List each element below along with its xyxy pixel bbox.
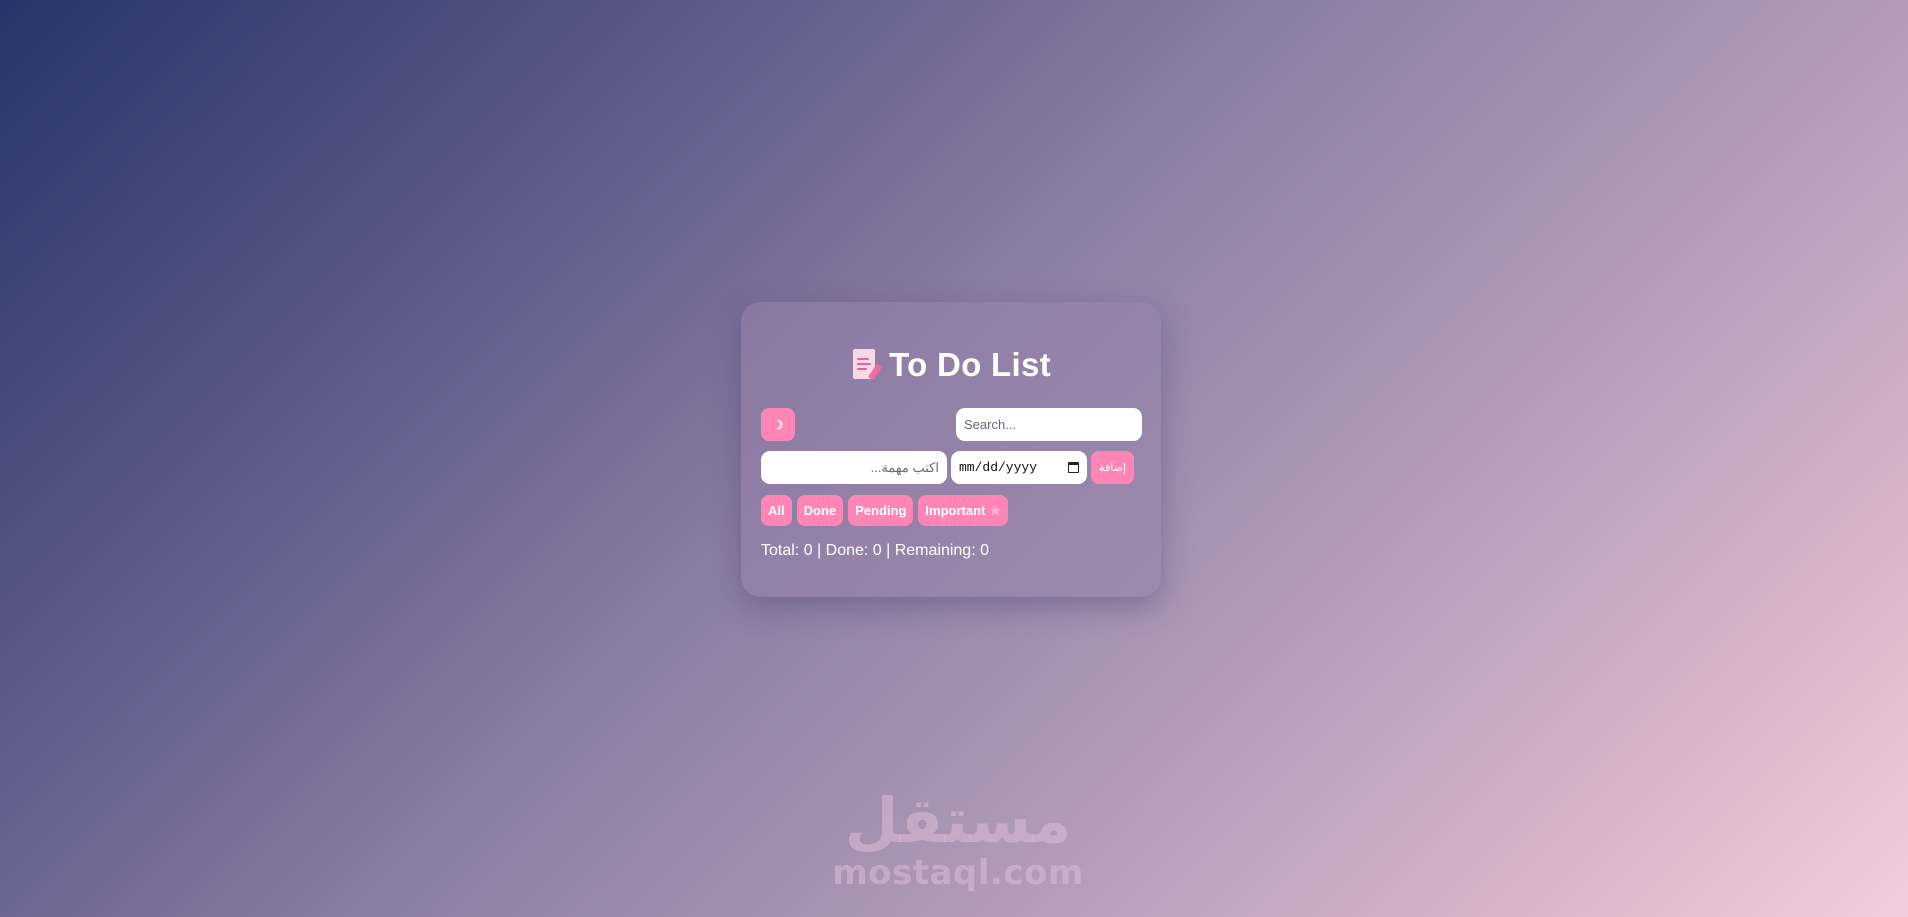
date-placeholder: mm/dd/yyyy (959, 460, 1038, 475)
filter-bar: All Done Pending Important ★ (761, 495, 1009, 526)
task-stats: Total: 0 | Done: 0 | Remaining: 0 (761, 542, 989, 559)
watermark-arabic: مستقل (844, 784, 1072, 857)
page-title: To Do List (889, 346, 1051, 383)
moon-icon: ☽ (772, 417, 784, 432)
memo-icon (851, 349, 883, 381)
due-date-input[interactable]: mm/dd/yyyy (951, 451, 1087, 484)
search-input[interactable] (956, 408, 1142, 441)
task-field-wrapper (761, 451, 947, 484)
watermark-logo: مستقل mostaql.com (828, 784, 1088, 893)
theme-toggle-button[interactable]: ☽ (761, 408, 795, 441)
search-field-wrapper (956, 408, 1142, 441)
todo-card: To Do List ☽ mm/dd/yyyy إضافة All Done P… (741, 302, 1161, 597)
filter-all-button[interactable]: All (761, 495, 792, 526)
star-icon: ★ (989, 502, 1002, 518)
filter-important-button[interactable]: Important ★ (918, 495, 1009, 526)
watermark-latin: mostaql.com (832, 853, 1084, 893)
app-header: To Do List (741, 346, 1161, 384)
filter-done-button[interactable]: Done (796, 495, 844, 526)
filter-pending-button[interactable]: Pending (848, 495, 914, 526)
filter-important-label: Important (925, 503, 986, 518)
task-input[interactable] (761, 451, 947, 484)
add-task-button[interactable]: إضافة (1091, 451, 1134, 484)
calendar-icon[interactable] (1068, 462, 1079, 473)
